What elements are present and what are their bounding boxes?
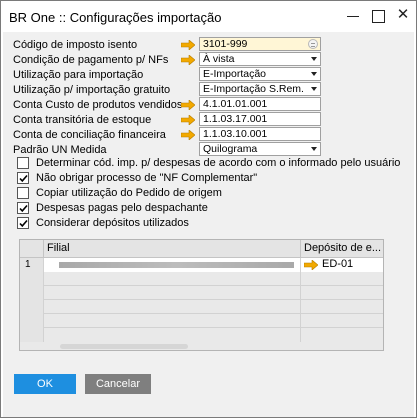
maximize-icon[interactable] bbox=[371, 9, 385, 23]
link-arrow-icon[interactable] bbox=[181, 115, 195, 125]
checkmark-icon bbox=[19, 174, 28, 183]
checkbox-considerar-depositos[interactable] bbox=[17, 217, 29, 229]
cancel-button[interactable]: Cancelar bbox=[85, 374, 151, 394]
checkbox-label: Copiar utilização do Pedido de origem bbox=[36, 187, 222, 199]
minimize-icon[interactable] bbox=[346, 9, 360, 23]
condicao-pagamento-select[interactable]: À vista bbox=[199, 52, 321, 66]
checkbox-despesas-despachante[interactable] bbox=[17, 202, 29, 214]
checkmark-icon bbox=[19, 219, 28, 228]
conta-transitoria-field[interactable]: 1.1.03.17.001 bbox=[199, 112, 321, 126]
ok-button[interactable]: OK bbox=[14, 374, 76, 394]
conta-conciliacao-field[interactable]: 1.1.03.10.001 bbox=[199, 127, 321, 141]
title-bar[interactable]: BR One :: Configurações importação ✕ bbox=[1, 1, 416, 32]
checkmark-icon bbox=[19, 204, 28, 213]
horizontal-scrollbar[interactable] bbox=[60, 344, 188, 349]
utilizacao-importacao-select[interactable]: E-Importação bbox=[199, 67, 321, 81]
row-number[interactable]: 1 bbox=[20, 258, 44, 272]
utilizacao-gratuito-select[interactable]: E-Importação S.Rem. bbox=[199, 82, 321, 96]
table-row[interactable] bbox=[20, 328, 383, 342]
deposito-cell[interactable] bbox=[301, 314, 383, 328]
label-codigo-imposto: Código de imposto isento bbox=[13, 39, 138, 51]
row-number[interactable] bbox=[20, 314, 44, 328]
label-conta-transitoria: Conta transitória de estoque bbox=[13, 114, 152, 126]
label-padrao-un-medida: Padrão UN Medida bbox=[13, 144, 107, 156]
link-arrow-icon[interactable] bbox=[181, 100, 195, 110]
filial-cell[interactable] bbox=[44, 272, 301, 286]
link-arrow-icon[interactable] bbox=[181, 55, 195, 65]
conta-custo-field[interactable]: 4.1.01.01.001 bbox=[199, 97, 321, 111]
deposito-cell[interactable] bbox=[301, 272, 383, 286]
filial-cell[interactable] bbox=[44, 314, 301, 328]
label-utilizacao-importacao: Utilização para importação bbox=[13, 69, 144, 81]
deposito-cell[interactable] bbox=[301, 328, 383, 342]
dialog-window: BR One :: Configurações importação ✕ Cód… bbox=[0, 0, 417, 418]
column-header-deposito[interactable]: Depósito de e... bbox=[301, 240, 383, 258]
filial-cell[interactable] bbox=[44, 258, 301, 272]
lookup-icon[interactable] bbox=[308, 39, 318, 49]
label-condicao-pagamento: Condição de pagamento p/ NFs bbox=[13, 54, 169, 66]
table-row[interactable] bbox=[20, 272, 383, 286]
checkbox-determinar-cod-imp[interactable] bbox=[17, 157, 29, 169]
redacted-filial-value bbox=[59, 262, 294, 268]
table-row[interactable]: 1 ED-01 bbox=[20, 258, 383, 272]
link-arrow-icon[interactable] bbox=[181, 130, 195, 140]
row-number[interactable] bbox=[20, 328, 44, 342]
row-number[interactable] bbox=[20, 300, 44, 314]
codigo-imposto-field[interactable]: 3101-999 bbox=[199, 37, 321, 51]
checkbox-nao-obrigar-nf[interactable] bbox=[17, 172, 29, 184]
row-number[interactable] bbox=[20, 286, 44, 300]
grid-header: Filial Depósito de e... bbox=[20, 240, 383, 258]
label-conta-custo: Conta Custo de produtos vendidos bbox=[13, 99, 183, 111]
checkbox-copiar-utilizacao[interactable] bbox=[17, 187, 29, 199]
link-arrow-icon[interactable] bbox=[181, 40, 195, 50]
checkbox-label: Determinar cód. imp. p/ despesas de acor… bbox=[36, 157, 401, 169]
deposito-cell[interactable] bbox=[301, 300, 383, 314]
deposit-grid: Filial Depósito de e... 1 ED-01 bbox=[19, 239, 384, 351]
table-row[interactable] bbox=[20, 286, 383, 300]
label-conta-conciliacao: Conta de conciliação financeira bbox=[13, 129, 166, 141]
dialog-content: Código de imposto isento 3101-999 Condiç… bbox=[3, 32, 414, 417]
link-arrow-icon[interactable] bbox=[304, 260, 318, 270]
close-icon[interactable]: ✕ bbox=[396, 7, 410, 23]
deposito-cell[interactable]: ED-01 bbox=[301, 258, 383, 272]
checkbox-label: Não obrigar processo de "NF Complementar… bbox=[36, 172, 258, 184]
filial-cell[interactable] bbox=[44, 286, 301, 300]
column-header-filial[interactable]: Filial bbox=[44, 240, 301, 258]
deposito-cell[interactable] bbox=[301, 286, 383, 300]
checkbox-label: Despesas pagas pelo despachante bbox=[36, 202, 208, 214]
filial-cell[interactable] bbox=[44, 328, 301, 342]
padrao-un-medida-select[interactable]: Quilograma bbox=[199, 142, 321, 156]
filial-cell[interactable] bbox=[44, 300, 301, 314]
label-utilizacao-gratuito: Utilização p/ importação gratuito bbox=[13, 84, 171, 96]
row-number[interactable] bbox=[20, 272, 44, 286]
table-row[interactable] bbox=[20, 314, 383, 328]
row-number-header[interactable] bbox=[20, 240, 44, 258]
table-row[interactable] bbox=[20, 300, 383, 314]
checkbox-label: Considerar depósitos utilizados bbox=[36, 217, 189, 229]
window-title: BR One :: Configurações importação bbox=[9, 10, 222, 25]
